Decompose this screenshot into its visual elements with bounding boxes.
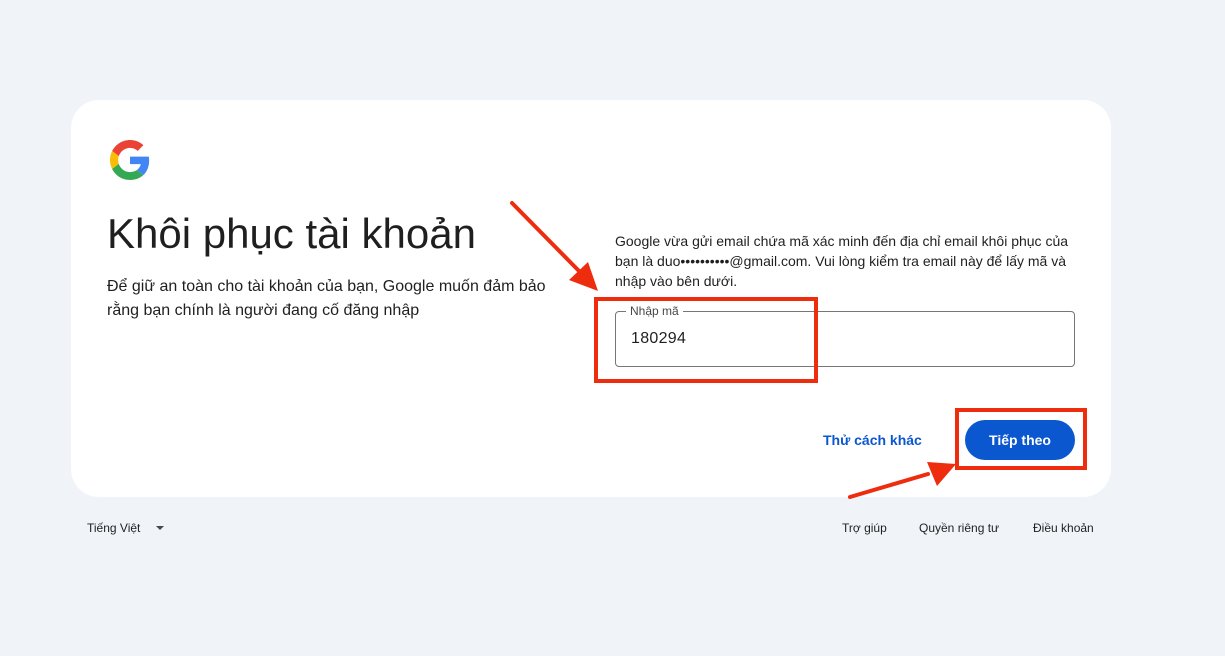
- help-link[interactable]: Trợ giúp: [842, 518, 887, 538]
- recovery-card: Khôi phục tài khoản Để giữ an toàn cho t…: [71, 100, 1111, 497]
- language-selector[interactable]: Tiếng Việt: [87, 518, 165, 538]
- google-logo-icon: [110, 140, 150, 180]
- next-button[interactable]: Tiếp theo: [965, 420, 1075, 460]
- language-label: Tiếng Việt: [87, 521, 141, 535]
- verification-instructions: Google vừa gửi email chứa mã xác minh đế…: [615, 233, 1069, 289]
- verification-code-input[interactable]: [616, 312, 1074, 366]
- page: Khôi phục tài khoản Để giữ an toàn cho t…: [0, 0, 1225, 656]
- terms-link[interactable]: Điều khoản: [1033, 518, 1094, 538]
- verification-code-field: Nhập mã: [615, 304, 1075, 367]
- try-another-way-button[interactable]: Thử cách khác: [823, 430, 922, 450]
- page-title: Khôi phục tài khoản: [107, 210, 476, 257]
- caret-down-icon: [156, 526, 165, 530]
- page-subtitle: Để giữ an toàn cho tài khoản của bạn, Go…: [107, 278, 546, 319]
- privacy-link[interactable]: Quyền riêng tư: [919, 518, 999, 538]
- footer: Tiếng Việt Trợ giúp Quyền riêng tư Điều …: [0, 518, 1225, 542]
